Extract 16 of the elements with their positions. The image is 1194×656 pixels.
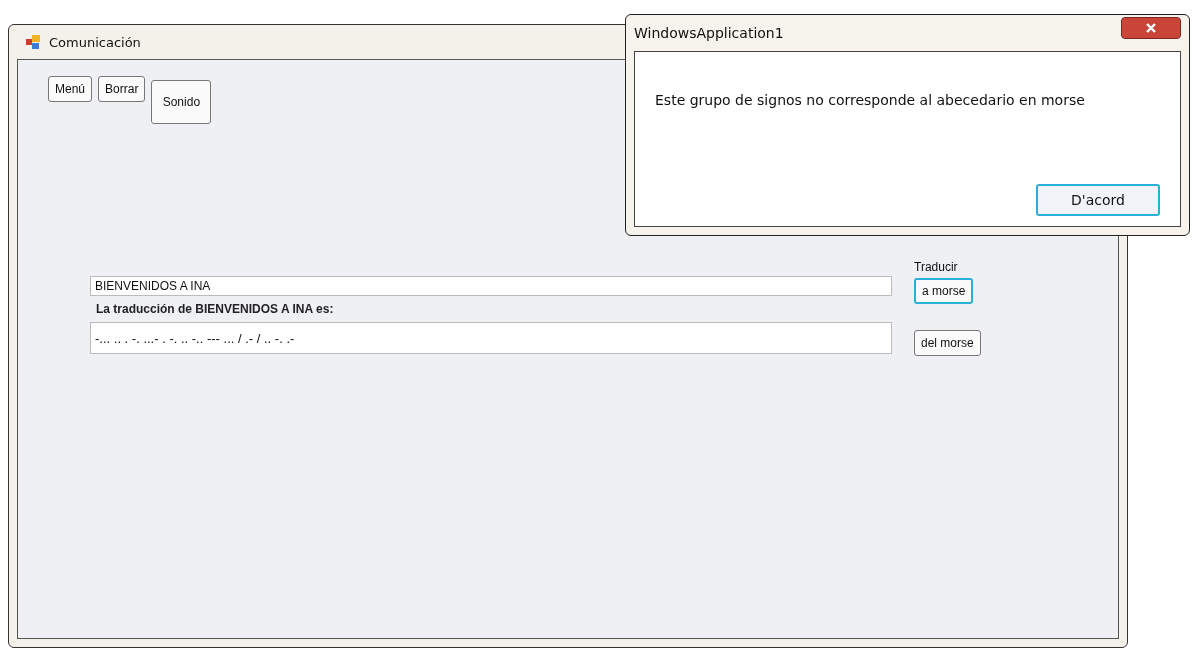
translate-button[interactable]: a morse <box>914 278 974 304</box>
toolbar-button[interactable]: Menú <box>48 76 93 102</box>
result-label: La traducción de BIENVENIDOS A INA es: <box>96 302 335 316</box>
window-title: Comunicación <box>49 34 141 50</box>
toolbar-button[interactable]: Sonido <box>151 80 212 124</box>
text-input-field[interactable]: BIENVENIDOS A INA <box>90 276 892 296</box>
dialog-title: WindowsApplication1 <box>634 25 784 41</box>
close-icon <box>1145 23 1157 33</box>
translate-button[interactable]: del morse <box>914 330 981 356</box>
morse-output-field[interactable]: -... .. . -. ...- . -. .. -.. --- ... / .- / .. -. .- <box>90 322 892 354</box>
close-button[interactable] <box>1121 17 1181 39</box>
dialog-message: Este grupo de signos no corresponde al abecedario en morse <box>655 92 1086 108</box>
ok-button[interactable]: D'acord <box>1036 184 1160 216</box>
app-icon <box>25 34 41 50</box>
toolbar-button[interactable]: Borrar <box>98 76 146 102</box>
translate-label: Traducir <box>914 260 958 274</box>
